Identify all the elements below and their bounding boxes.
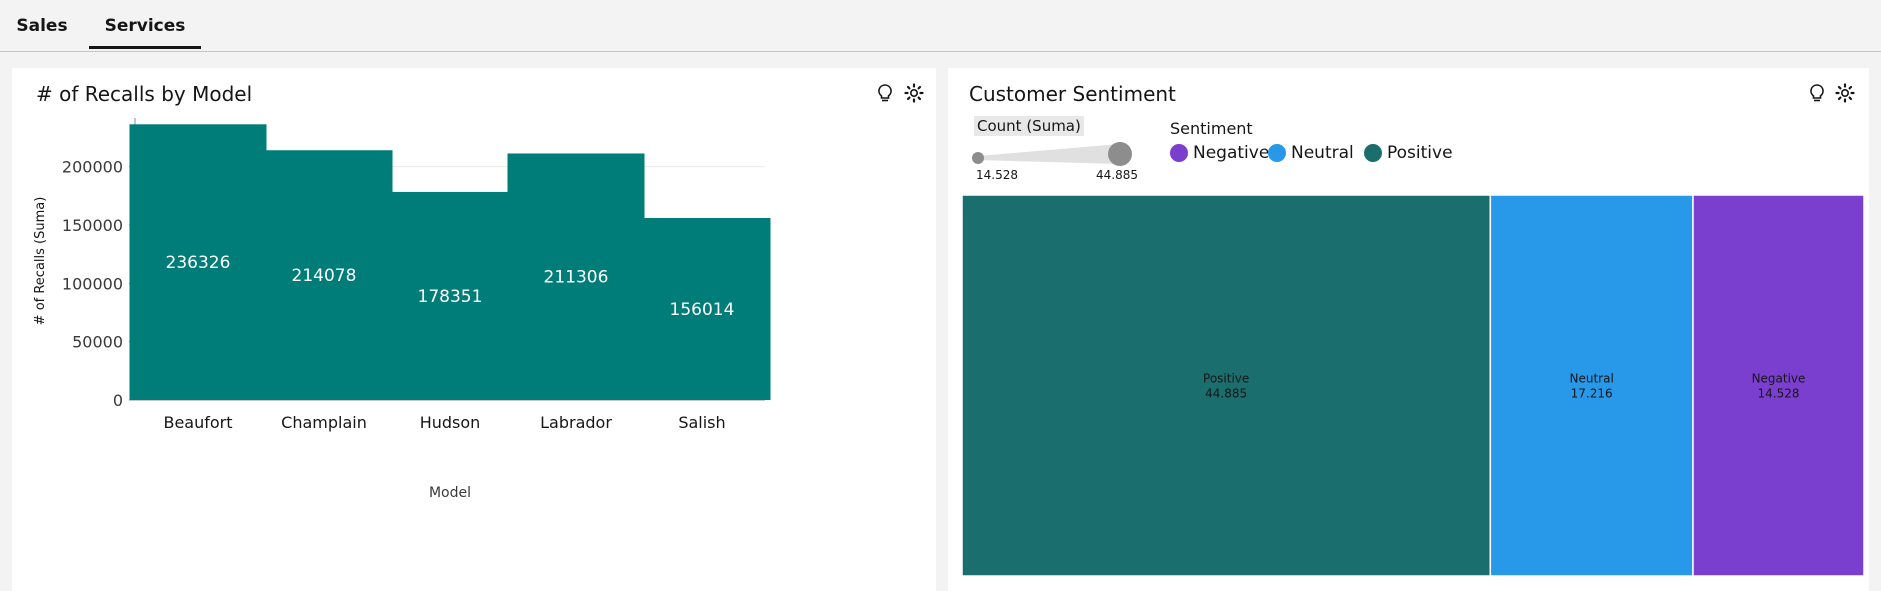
bar-value-label: 236326 — [166, 253, 231, 273]
bar-value-label: 211306 — [544, 268, 609, 288]
treemap-cell-value: 17.216 — [1571, 387, 1613, 401]
x-tick-label: Hudson — [420, 413, 481, 432]
treemap-cell-name: Positive — [1203, 372, 1249, 386]
x-tick-label: Salish — [678, 413, 725, 432]
treemap-cell[interactable] — [1489, 194, 1694, 577]
y-tick-label: 100000 — [62, 274, 123, 293]
y-tick-label: 0 — [113, 391, 123, 410]
tab-services[interactable]: Services — [89, 0, 201, 49]
bar-value-label: 214078 — [292, 266, 357, 286]
x-tick-label: Labrador — [540, 413, 612, 432]
treemap-cell[interactable] — [1692, 194, 1865, 577]
bar-value-label: 178351 — [418, 287, 483, 307]
treemap-cell[interactable] — [961, 194, 1492, 577]
sentiment-panel: Customer Sentiment Count (Suma) 14.528 4… — [948, 68, 1869, 591]
x-tick-label: Champlain — [281, 413, 367, 432]
treemap-cell-value: 44.885 — [1205, 387, 1247, 401]
tab-bar: Sales Services — [0, 0, 1881, 52]
y-tick-label: 50000 — [72, 333, 123, 352]
x-tick-label: Beaufort — [163, 413, 232, 432]
bar-value-label: 156014 — [670, 300, 735, 320]
treemap-cell-value: 14.528 — [1757, 387, 1799, 401]
y-tick-label: 200000 — [62, 158, 123, 177]
treemap-cell-name: Neutral — [1570, 372, 1614, 386]
y-axis-title: # of Recalls (Suma) — [33, 197, 48, 326]
sentiment-treemap: Positive44.885 Neutral17.216 Negative14.52… — [961, 194, 1865, 577]
x-axis-title: Model — [429, 485, 471, 501]
treemap-cell-name: Negative — [1752, 372, 1806, 386]
recalls-panel: # of Recalls by Model 0 50000 100000 150000… — [12, 68, 936, 591]
tab-sales[interactable]: Sales — [0, 0, 84, 50]
recalls-bar-chart: 0 50000 100000 150000 200000 236326 Beaufort 21… — [33, 118, 771, 501]
y-tick-label: 150000 — [62, 216, 123, 235]
